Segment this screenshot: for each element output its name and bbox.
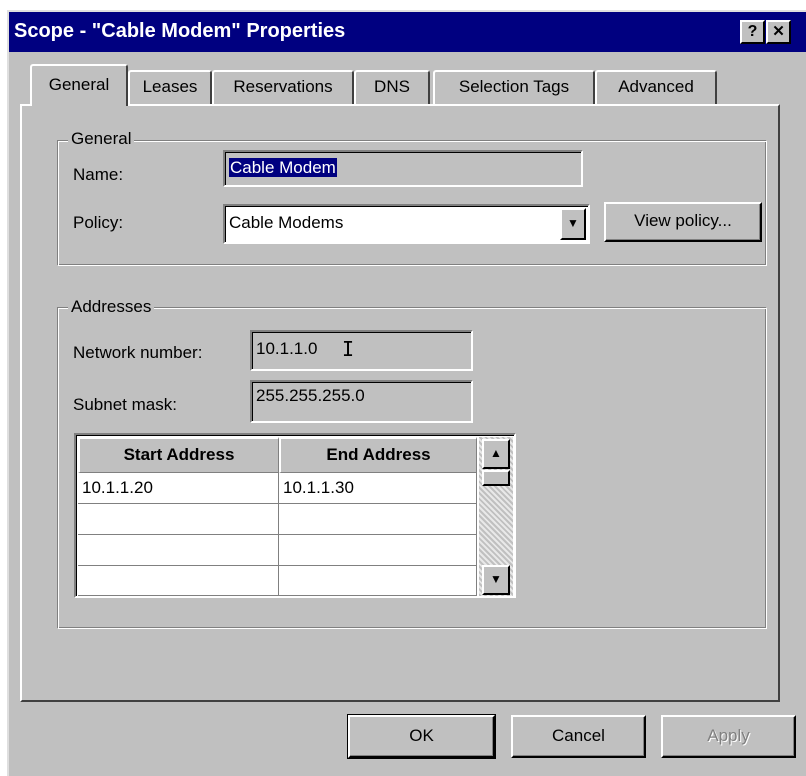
grid-cell-end[interactable] — [279, 504, 477, 535]
grid-scrollbar[interactable]: ▲ ▼ — [479, 437, 513, 596]
network-number-value: 10.1.1.0 — [256, 339, 318, 358]
address-range-grid: Start Address End Address 10.1.1.20 10.1… — [74, 433, 516, 598]
chevron-down-icon: ▼ — [567, 216, 579, 230]
scroll-up-button[interactable]: ▲ — [482, 439, 510, 469]
tab-advanced[interactable]: Advanced — [595, 70, 717, 104]
grid-cell-end[interactable] — [279, 566, 477, 596]
grid-cell-end[interactable]: 10.1.1.30 — [279, 473, 477, 504]
grid-cell-start[interactable] — [78, 566, 279, 596]
view-policy-button[interactable]: View policy... — [604, 202, 762, 242]
cancel-button[interactable]: Cancel — [511, 715, 646, 758]
subnet-mask-value: 255.255.255.0 — [256, 386, 365, 405]
grid-cell-end[interactable] — [279, 535, 477, 566]
tab-dns[interactable]: DNS — [354, 70, 430, 104]
general-group-legend: General — [68, 129, 135, 149]
tab-selection-tags[interactable]: Selection Tags — [433, 70, 595, 104]
name-field[interactable]: Cable Modem — [223, 150, 583, 187]
network-number-label: Network number: — [73, 343, 203, 362]
tab-leases[interactable]: Leases — [128, 70, 212, 104]
name-value: Cable Modem — [229, 158, 337, 177]
column-header-end-address[interactable]: End Address — [279, 437, 477, 473]
help-button[interactable]: ? — [740, 20, 765, 44]
subnet-mask-field[interactable]: 255.255.255.0 — [250, 380, 473, 423]
ok-button[interactable]: OK — [347, 714, 496, 759]
network-number-field[interactable]: 10.1.1.0 I — [250, 330, 473, 371]
policy-value: Cable Modems — [229, 213, 344, 232]
tab-general[interactable]: General — [30, 64, 128, 106]
arrow-up-icon: ▲ — [490, 446, 502, 460]
policy-dropdown-button[interactable]: ▼ — [560, 208, 586, 240]
name-label: Name: — [73, 165, 124, 184]
close-button[interactable]: ✕ — [766, 20, 791, 44]
addresses-group-legend: Addresses — [68, 297, 155, 317]
column-header-start-address[interactable]: Start Address — [78, 437, 279, 473]
policy-select[interactable]: Cable Modems ▼ — [223, 204, 590, 244]
grid-cell-start[interactable]: 10.1.1.20 — [78, 473, 279, 504]
grid-cell-start[interactable] — [78, 504, 279, 535]
apply-button[interactable]: Apply — [661, 715, 796, 758]
scroll-thumb[interactable] — [482, 470, 510, 486]
window-title: Scope - "Cable Modem" Properties — [14, 20, 346, 42]
policy-label: Policy: — [73, 213, 124, 232]
close-icon: ✕ — [772, 23, 785, 40]
subnet-mask-label: Subnet mask: — [73, 395, 177, 414]
scroll-down-button[interactable]: ▼ — [482, 565, 510, 595]
text-cursor-icon: I — [342, 337, 355, 361]
tab-reservations[interactable]: Reservations — [212, 70, 354, 104]
grid-cell-start[interactable] — [78, 535, 279, 566]
arrow-down-icon: ▼ — [490, 572, 502, 586]
